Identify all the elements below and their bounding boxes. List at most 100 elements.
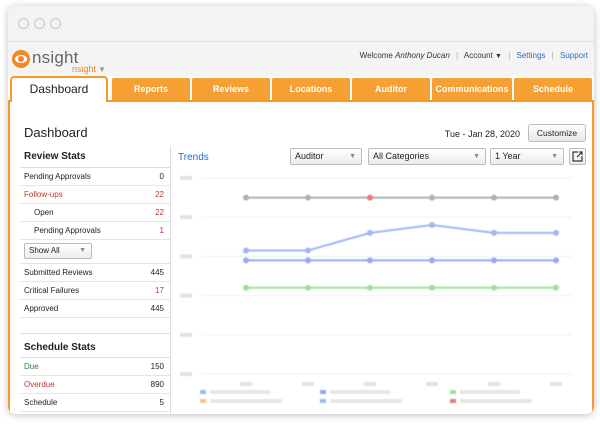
stat-label: Schedule xyxy=(24,398,58,407)
account-menu[interactable]: Account ▼ xyxy=(464,51,502,60)
org-switcher[interactable]: nsight ▼ xyxy=(72,64,106,74)
y-tick-label xyxy=(180,372,192,376)
data-point[interactable] xyxy=(553,257,559,264)
y-tick-label xyxy=(180,176,192,180)
y-tick-label xyxy=(180,215,192,220)
stat-label: Follow-ups xyxy=(24,190,63,199)
trends-chart-svg xyxy=(180,176,572,403)
data-point[interactable] xyxy=(367,284,373,291)
main-tabs: Dashboard Reports Reviews Locations Audi… xyxy=(8,76,594,102)
legend-swatch xyxy=(320,399,326,403)
legend-entry[interactable] xyxy=(330,399,402,403)
data-point[interactable] xyxy=(367,194,373,201)
stat-value: 17 xyxy=(155,286,164,295)
data-point[interactable] xyxy=(491,194,497,201)
tab-schedule[interactable]: Schedule xyxy=(514,78,592,100)
window-maximize-icon[interactable] xyxy=(50,18,61,29)
stat-row-due[interactable]: Due 150 xyxy=(20,358,170,376)
stat-value: 0 xyxy=(159,172,164,181)
legend-swatch xyxy=(450,399,456,403)
external-link-icon xyxy=(572,151,583,162)
stat-value: 1 xyxy=(159,226,164,235)
legend-entry[interactable] xyxy=(210,399,282,403)
data-point[interactable] xyxy=(553,229,559,236)
legend-entry[interactable] xyxy=(460,399,532,403)
stat-label: Open xyxy=(34,208,54,217)
eye-logo-icon xyxy=(12,50,30,68)
data-point[interactable] xyxy=(305,247,311,254)
caret-down-icon: ▼ xyxy=(79,247,86,254)
auditor-select[interactable]: Auditor ▼ xyxy=(290,148,362,165)
stat-row-overdue[interactable]: Overdue 890 xyxy=(20,376,170,394)
stat-value: 445 xyxy=(150,268,164,277)
tab-reports[interactable]: Reports xyxy=(112,78,190,100)
stat-label: Pending Approvals xyxy=(34,226,101,235)
window-minimize-icon[interactable] xyxy=(34,18,45,29)
stat-row-followup-pending[interactable]: Pending Approvals 1 xyxy=(20,222,170,240)
stat-row-follow-ups[interactable]: Follow-ups 22 xyxy=(20,186,170,204)
legend-entry[interactable] xyxy=(210,390,270,394)
data-point[interactable] xyxy=(429,194,435,201)
legend-entry[interactable] xyxy=(330,390,390,394)
stat-value: 22 xyxy=(155,190,164,199)
window-close-icon[interactable] xyxy=(18,18,29,29)
stat-row-pending-approvals[interactable]: Pending Approvals 0 xyxy=(20,168,170,186)
stat-value: 890 xyxy=(150,380,164,389)
auditor-select-value: Auditor xyxy=(295,151,324,161)
y-tick-label xyxy=(180,332,192,337)
stat-value: 22 xyxy=(155,208,164,217)
account-label: Account xyxy=(463,51,493,60)
settings-link[interactable]: Settings xyxy=(517,51,546,60)
data-point[interactable] xyxy=(491,284,497,291)
customize-button[interactable]: Customize xyxy=(528,124,586,142)
stat-row-open[interactable]: Open 22 xyxy=(20,204,170,222)
stat-label: Critical Failures xyxy=(24,286,80,295)
data-point[interactable] xyxy=(429,284,435,291)
data-point[interactable] xyxy=(367,229,373,236)
tab-locations[interactable]: Locations xyxy=(272,78,350,100)
user-name: Anthony Ducan xyxy=(395,51,450,60)
data-point[interactable] xyxy=(243,257,249,264)
x-tick-label xyxy=(550,382,562,386)
caret-down-icon: ▼ xyxy=(495,53,502,60)
tab-auditor[interactable]: Auditor xyxy=(352,78,430,100)
category-select-value: All Categories xyxy=(373,151,430,161)
stat-row-submitted-reviews[interactable]: Submitted Reviews 445 xyxy=(20,264,170,282)
legend-swatch xyxy=(200,399,206,403)
range-select[interactable]: 1 Year ▼ xyxy=(490,148,564,165)
data-point[interactable] xyxy=(305,257,311,264)
data-point[interactable] xyxy=(243,284,249,291)
legend-entry[interactable] xyxy=(460,390,520,394)
data-point[interactable] xyxy=(553,284,559,291)
data-point[interactable] xyxy=(367,257,373,264)
tab-reviews[interactable]: Reviews xyxy=(192,78,270,100)
tab-communications[interactable]: Communications xyxy=(432,78,512,100)
export-button[interactable] xyxy=(569,148,586,165)
data-point[interactable] xyxy=(429,257,435,264)
data-point[interactable] xyxy=(243,247,249,254)
stat-value: 5 xyxy=(159,398,164,407)
stat-label: Overdue xyxy=(24,380,55,389)
data-point[interactable] xyxy=(553,194,559,201)
dashboard-content: Dashboard Tue - Jan 28, 2020 Customize R… xyxy=(8,102,594,414)
caret-down-icon: ▼ xyxy=(551,153,558,160)
legend-swatch xyxy=(320,390,326,394)
data-point[interactable] xyxy=(243,194,249,201)
stat-row-critical-failures[interactable]: Critical Failures 17 xyxy=(20,282,170,300)
stat-row-schedule[interactable]: Schedule 5 xyxy=(20,394,170,412)
support-link[interactable]: Support xyxy=(560,51,588,60)
category-select[interactable]: All Categories ▼ xyxy=(368,148,486,165)
data-point[interactable] xyxy=(491,229,497,236)
data-point[interactable] xyxy=(491,257,497,264)
data-point[interactable] xyxy=(305,284,311,291)
stat-row-approved[interactable]: Approved 445 xyxy=(20,300,170,318)
data-point[interactable] xyxy=(429,222,435,229)
y-tick-label xyxy=(180,254,192,259)
stat-label: Due xyxy=(24,362,39,371)
show-all-select[interactable]: Show All ▼ xyxy=(24,243,92,259)
legend-swatch xyxy=(200,390,206,394)
data-point[interactable] xyxy=(305,194,311,201)
stat-label: Approved xyxy=(24,304,59,313)
y-tick-label xyxy=(180,293,192,298)
tab-dashboard[interactable]: Dashboard xyxy=(10,76,108,102)
